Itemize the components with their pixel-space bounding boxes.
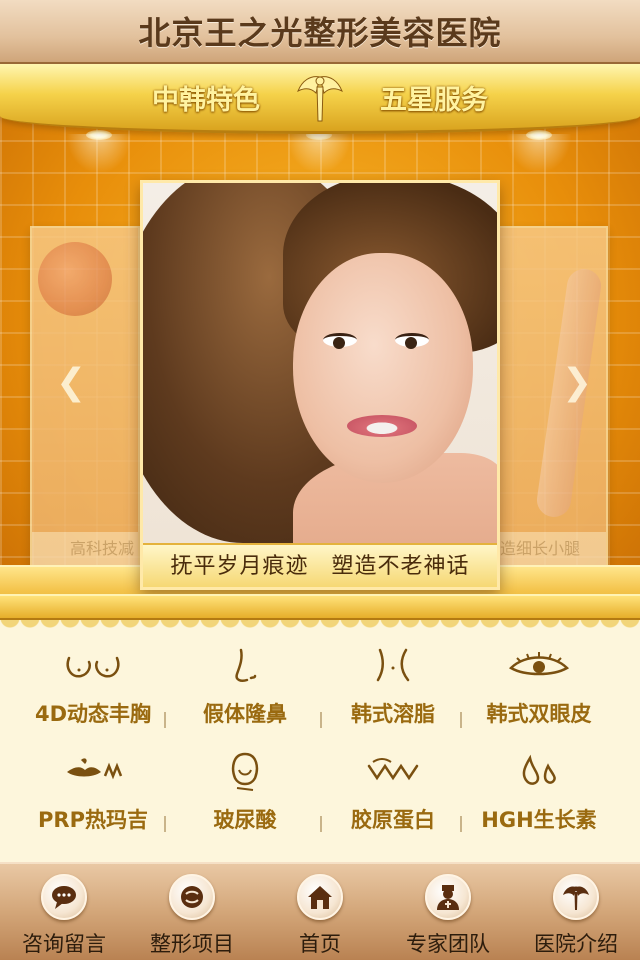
face-icon [180,750,310,794]
separator [164,816,166,832]
separator [320,712,322,728]
main-card-caption: 抚平岁月痕迹 塑造不老神话 [143,543,497,587]
service-label: 4D动态丰胸 [34,702,152,726]
nav-label: 首页 [299,932,341,956]
portrait-eye [323,333,357,349]
services-panel: 4D动态丰胸 假体隆鼻 韩式溶脂 韩式双眼皮 PRP热玛吉 玻尿酸 胶原蛋白 H… [0,620,640,862]
service-item[interactable]: 胶原蛋白 [328,750,458,834]
separator [460,712,462,728]
nav-item-consult[interactable]: 咨询留言 [0,864,128,960]
next-card-caption: 造细长小腿 [500,532,606,566]
breast-icon [28,644,158,688]
slogan-banner: 中韩特色 五星服务 [0,64,640,134]
chevron-right-icon[interactable]: ❯ [562,362,592,403]
home-icon [297,874,343,920]
service-item[interactable]: 韩式溶脂 [328,644,458,728]
service-label: PRP热玛吉 [38,808,148,832]
waist-icon [328,644,458,688]
chevron-left-icon[interactable]: ❮ [56,362,86,403]
nav-item-experts[interactable]: 专家团队 [384,864,512,960]
nav-label: 咨询留言 [22,932,106,956]
hospital-title: 北京王之光整形美容医院 [138,14,502,52]
separator [460,816,462,832]
service-item[interactable]: PRP热玛吉 [28,750,158,834]
projects-icon [169,874,215,920]
slogan-left: 中韩特色 [152,85,260,116]
drops-icon [474,750,604,794]
chat-icon [41,874,87,920]
scallop-border [0,620,640,636]
rose-image [38,242,112,316]
nav-label: 医院介绍 [534,932,618,956]
portrait-eye [395,333,429,349]
hospital-icon [553,874,599,920]
nav-label: 专家团队 [406,932,490,956]
nav-item-about[interactable]: 医院介绍 [512,864,640,960]
nav-item-projects[interactable]: 整形项目 [128,864,256,960]
service-label: HGH生长素 [481,808,597,832]
service-label: 韩式溶脂 [351,702,435,726]
doctor-icon [425,874,471,920]
service-item[interactable]: 韩式双眼皮 [474,644,604,728]
model-portrait [143,183,497,543]
bottom-nav: 咨询留言 整形项目 首页 专家团队 医院介绍 [0,862,640,960]
spotlight [66,130,132,174]
service-label: 胶原蛋白 [351,808,435,832]
service-item[interactable]: 4D动态丰胸 [28,644,158,728]
service-item[interactable]: 玻尿酸 [180,750,310,834]
service-item[interactable]: 假体隆鼻 [180,644,310,728]
portrait-face [293,253,473,483]
app-header: 北京王之光整形美容医院 [0,0,640,64]
separator [320,816,322,832]
eye-icon [474,644,604,688]
service-label: 玻尿酸 [213,808,277,832]
lips-icon [28,750,158,794]
service-label: 假体隆鼻 [203,702,287,726]
carousel-main-card[interactable]: 抚平岁月痕迹 塑造不老神话 [140,180,500,590]
gold-rail [0,594,640,620]
nav-label: 整形项目 [150,932,234,956]
nav-item-home[interactable]: 首页 [256,864,384,960]
slogan-right: 五星服务 [380,85,488,116]
spotlight [506,130,572,174]
service-item[interactable]: HGH生长素 [474,750,604,834]
service-label: 韩式双眼皮 [486,702,592,726]
prev-card-caption: 高科技减 [32,532,138,566]
separator [164,712,166,728]
wave-icon [328,750,458,794]
nose-icon [180,644,310,688]
angel-logo-icon [296,71,344,125]
portrait-lips [347,415,417,437]
